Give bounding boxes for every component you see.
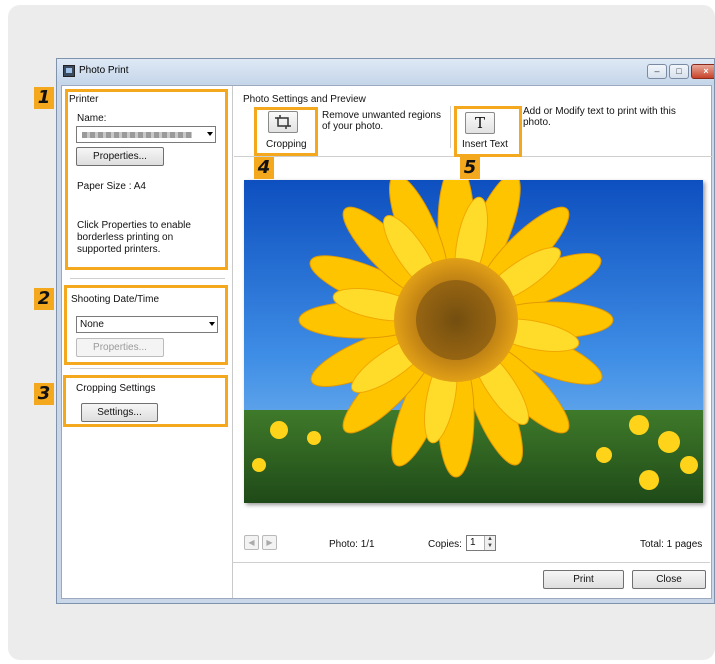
maximize-button[interactable]: □ [669, 64, 689, 79]
callout-box-shooting-date [64, 285, 228, 365]
next-photo-button[interactable]: ▶ [262, 535, 277, 550]
insert-text-desc-line-1: Add or Modify text to print with this [523, 106, 676, 117]
spin-arrows-icon[interactable]: ▲ ▼ [484, 536, 495, 550]
total-pages-text: Total: 1 pages [640, 539, 703, 550]
tool-divider [450, 106, 451, 148]
photo-counter: Photo: 1/1 [329, 539, 375, 550]
callout-number-1: 1 [34, 87, 54, 109]
callout-number-4: 4 [254, 157, 274, 179]
cropping-desc-line-2: of your photo. [322, 121, 384, 132]
previous-photo-button[interactable]: ◀ [244, 535, 259, 550]
close-button[interactable]: Close [632, 570, 706, 589]
separator [232, 562, 710, 563]
minimize-button[interactable]: – [647, 64, 667, 79]
window-title: Photo Print [79, 65, 129, 76]
copies-value: 1 [470, 537, 476, 548]
callout-number-5: 5 [460, 157, 480, 179]
insert-text-desc-line-2: photo. [523, 117, 551, 128]
photo-preview [244, 180, 703, 503]
separator [70, 368, 225, 369]
callout-box-insert-text [454, 106, 522, 157]
copies-stepper[interactable]: 1 ▲ ▼ [466, 535, 496, 551]
close-window-button[interactable]: × [691, 64, 714, 79]
callout-box-cropping-tool [254, 107, 318, 156]
sunflower-photo [244, 180, 703, 503]
title-bar: Photo Print – □ × [57, 59, 714, 84]
callout-number-3: 3 [34, 383, 54, 405]
cropping-desc-line-1: Remove unwanted regions [322, 110, 441, 121]
preview-section-label: Photo Settings and Preview [243, 94, 366, 105]
callout-box-printer [65, 89, 228, 270]
callout-number-2: 2 [34, 288, 54, 310]
app-icon [63, 65, 75, 77]
separator [70, 278, 225, 279]
callout-box-cropping-settings [63, 375, 228, 427]
print-button[interactable]: Print [543, 570, 624, 589]
copies-label: Copies: [428, 539, 462, 550]
